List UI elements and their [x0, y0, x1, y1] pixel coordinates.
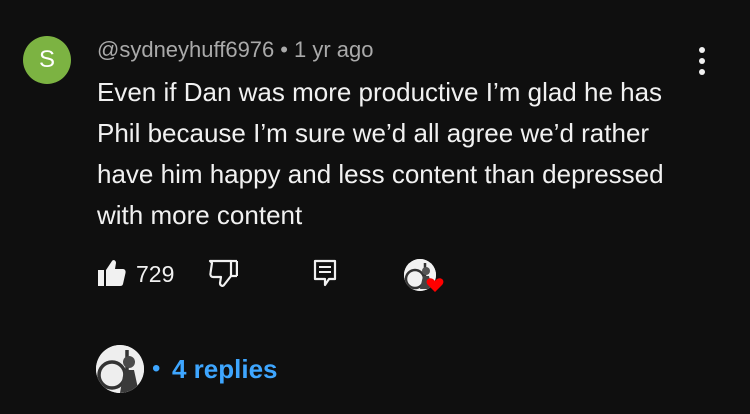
- thumbs-down-icon: [208, 259, 238, 287]
- commenter-avatar[interactable]: S: [23, 36, 71, 84]
- reply-icon: [313, 259, 337, 287]
- comment-header: @sydneyhuff6976 • 1 yr ago: [97, 37, 373, 63]
- view-replies-button[interactable]: • 4 replies: [96, 345, 396, 393]
- comment-text: Even if Dan was more productive I’m glad…: [97, 77, 664, 230]
- username[interactable]: @sydneyhuff6976: [97, 37, 274, 62]
- like-button[interactable]: [97, 258, 127, 288]
- creator-heart: [404, 259, 444, 295]
- dislike-button[interactable]: [208, 258, 238, 288]
- like-count: 729: [136, 261, 175, 287]
- comment-thread: S @sydneyhuff6976 • 1 yr ago Even if Dan w…: [0, 0, 750, 414]
- heart-icon: [426, 278, 444, 292]
- comment-actions: 729: [97, 256, 457, 292]
- reply-button[interactable]: [312, 259, 338, 287]
- thumbs-up-icon: [98, 260, 126, 286]
- avatar-letter: S: [38, 46, 55, 73]
- replies-count-label[interactable]: 4 replies: [172, 354, 278, 384]
- replies-separator: •: [152, 355, 161, 382]
- meta-separator: •: [280, 37, 288, 62]
- reply-author-avatar: [96, 345, 144, 393]
- timestamp[interactable]: 1 yr ago: [294, 37, 374, 62]
